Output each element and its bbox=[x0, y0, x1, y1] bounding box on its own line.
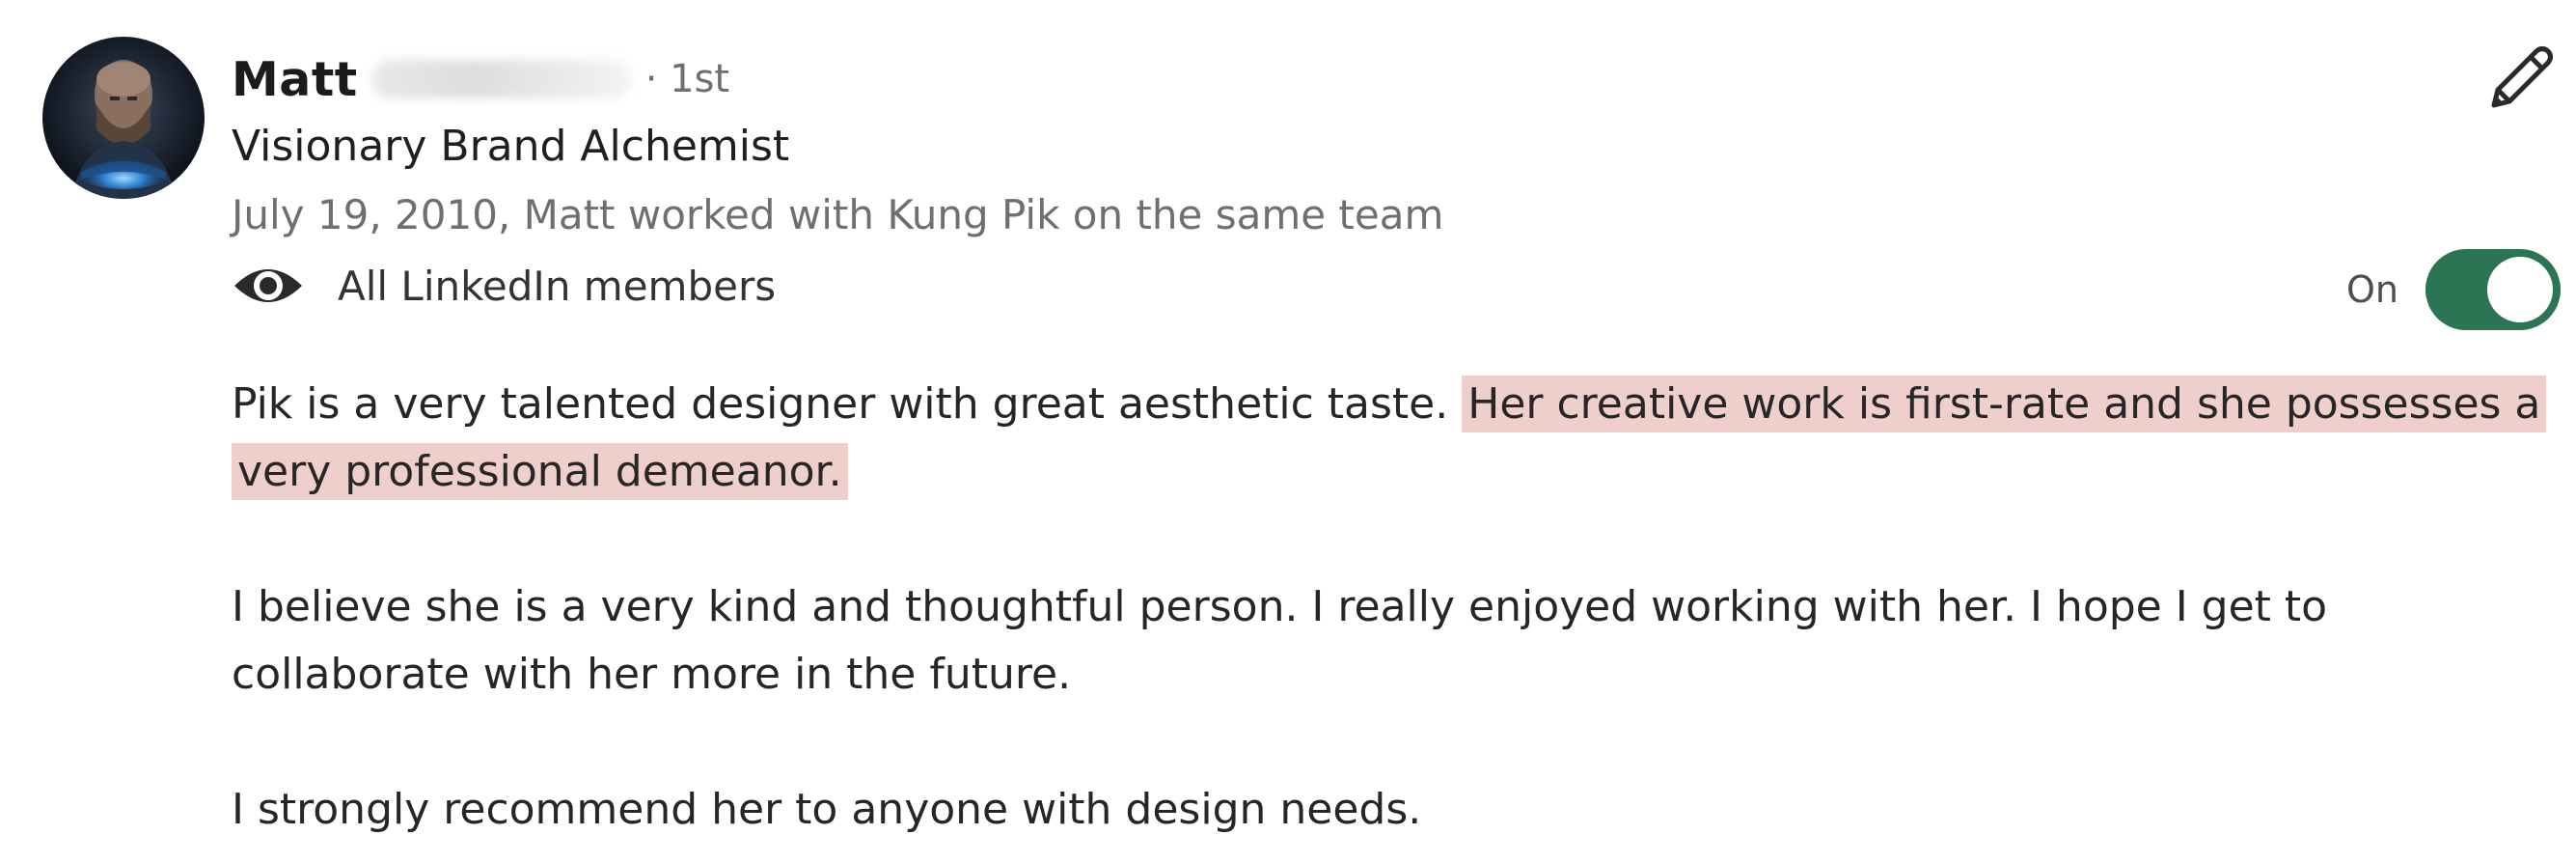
recommendation-paragraph-2: I believe she is a very kind and thought… bbox=[232, 582, 2328, 699]
recommendation-paragraph-3: I strongly recommend her to anyone with … bbox=[232, 785, 1422, 834]
redacted-last-name bbox=[370, 60, 632, 98]
paragraph-1-plain: Pik is a very talented designer with gre… bbox=[232, 379, 1463, 429]
recommender-name[interactable]: Matt bbox=[232, 52, 358, 107]
visibility-setting: All LinkedIn members bbox=[232, 259, 776, 313]
pencil-icon bbox=[2491, 46, 2553, 108]
visibility-label: All LinkedIn members bbox=[338, 262, 777, 310]
avatar-image bbox=[42, 37, 205, 199]
relationship-info: July 19, 2010, Matt worked with Kung Pik… bbox=[232, 191, 1444, 238]
recommender-header: Matt · 1st bbox=[232, 42, 729, 116]
toggle-knob bbox=[2487, 257, 2553, 322]
recommender-headline: Visionary Brand Alchemist bbox=[232, 122, 790, 171]
visibility-toggle-row: On bbox=[2346, 249, 2561, 330]
connection-degree: · 1st bbox=[644, 57, 730, 101]
eye-icon bbox=[234, 269, 302, 302]
toggle-state-label: On bbox=[2346, 268, 2398, 311]
recommendation-paragraph-1: Pik is a very talented designer with gre… bbox=[232, 371, 2547, 506]
recommendation-card: Matt · 1st Visionary Brand Alchemist Jul… bbox=[0, 0, 2576, 863]
visibility-toggle[interactable] bbox=[2425, 249, 2561, 330]
avatar[interactable] bbox=[42, 37, 205, 199]
recommendation-text: Pik is a very talented designer with gre… bbox=[232, 371, 2547, 844]
edit-button[interactable] bbox=[2483, 39, 2561, 116]
